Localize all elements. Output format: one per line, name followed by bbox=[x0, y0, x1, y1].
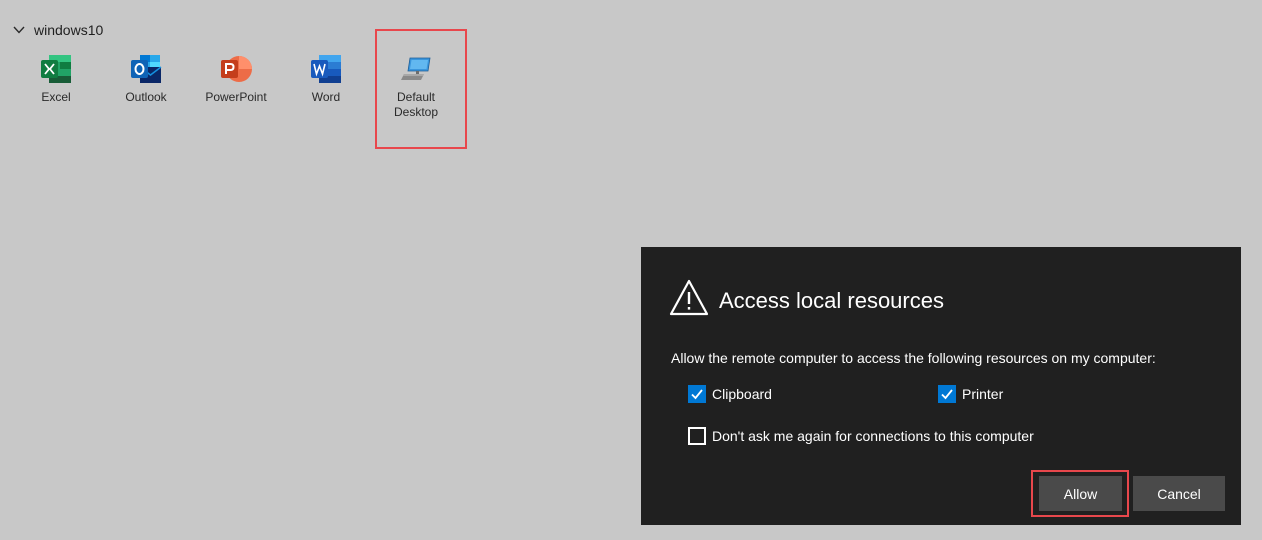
access-local-resources-dialog: Access local resources Allow the remote … bbox=[641, 247, 1241, 525]
app-tile-default-desktop[interactable]: Default Desktop bbox=[371, 52, 461, 120]
app-label: Excel bbox=[41, 90, 71, 104]
app-label: Default Desktop bbox=[393, 90, 439, 119]
group-name: windows10 bbox=[34, 22, 104, 38]
clipboard-option[interactable]: Clipboard bbox=[688, 385, 772, 403]
dont-ask-again-label: Don't ask me again for connections to th… bbox=[712, 428, 1034, 444]
printer-option[interactable]: Printer bbox=[938, 385, 1003, 403]
app-tile-powerpoint[interactable]: PowerPoint bbox=[191, 52, 281, 105]
app-tile-word[interactable]: Word bbox=[281, 52, 371, 105]
app-tile-outlook[interactable]: Outlook bbox=[101, 52, 191, 105]
dont-ask-again-option[interactable]: Don't ask me again for connections to th… bbox=[688, 427, 1034, 445]
dialog-title: Access local resources bbox=[719, 288, 944, 313]
chevron-down-icon[interactable] bbox=[12, 23, 26, 37]
dialog-title-row: Access local resources bbox=[669, 279, 944, 323]
clipboard-checkbox[interactable] bbox=[688, 385, 706, 403]
cancel-button[interactable]: Cancel bbox=[1133, 476, 1225, 511]
allow-button[interactable]: Allow bbox=[1039, 476, 1122, 511]
app-label: Word bbox=[311, 90, 341, 104]
printer-checkbox[interactable] bbox=[938, 385, 956, 403]
dialog-description: Allow the remote computer to access the … bbox=[671, 350, 1156, 366]
printer-label: Printer bbox=[962, 386, 1004, 402]
warning-icon bbox=[669, 279, 709, 323]
dont-ask-again-checkbox[interactable] bbox=[688, 427, 706, 445]
excel-icon bbox=[39, 52, 73, 86]
group-header-windows10[interactable]: windows10 bbox=[12, 20, 103, 40]
app-label: PowerPoint bbox=[205, 90, 267, 104]
clipboard-label: Clipboard bbox=[712, 386, 772, 402]
word-icon bbox=[309, 52, 343, 86]
app-label: Outlook bbox=[125, 90, 167, 104]
powerpoint-icon bbox=[219, 52, 253, 86]
app-tile-excel[interactable]: Excel bbox=[11, 52, 101, 105]
outlook-icon bbox=[129, 52, 163, 86]
desktop-computer-icon bbox=[399, 52, 433, 86]
